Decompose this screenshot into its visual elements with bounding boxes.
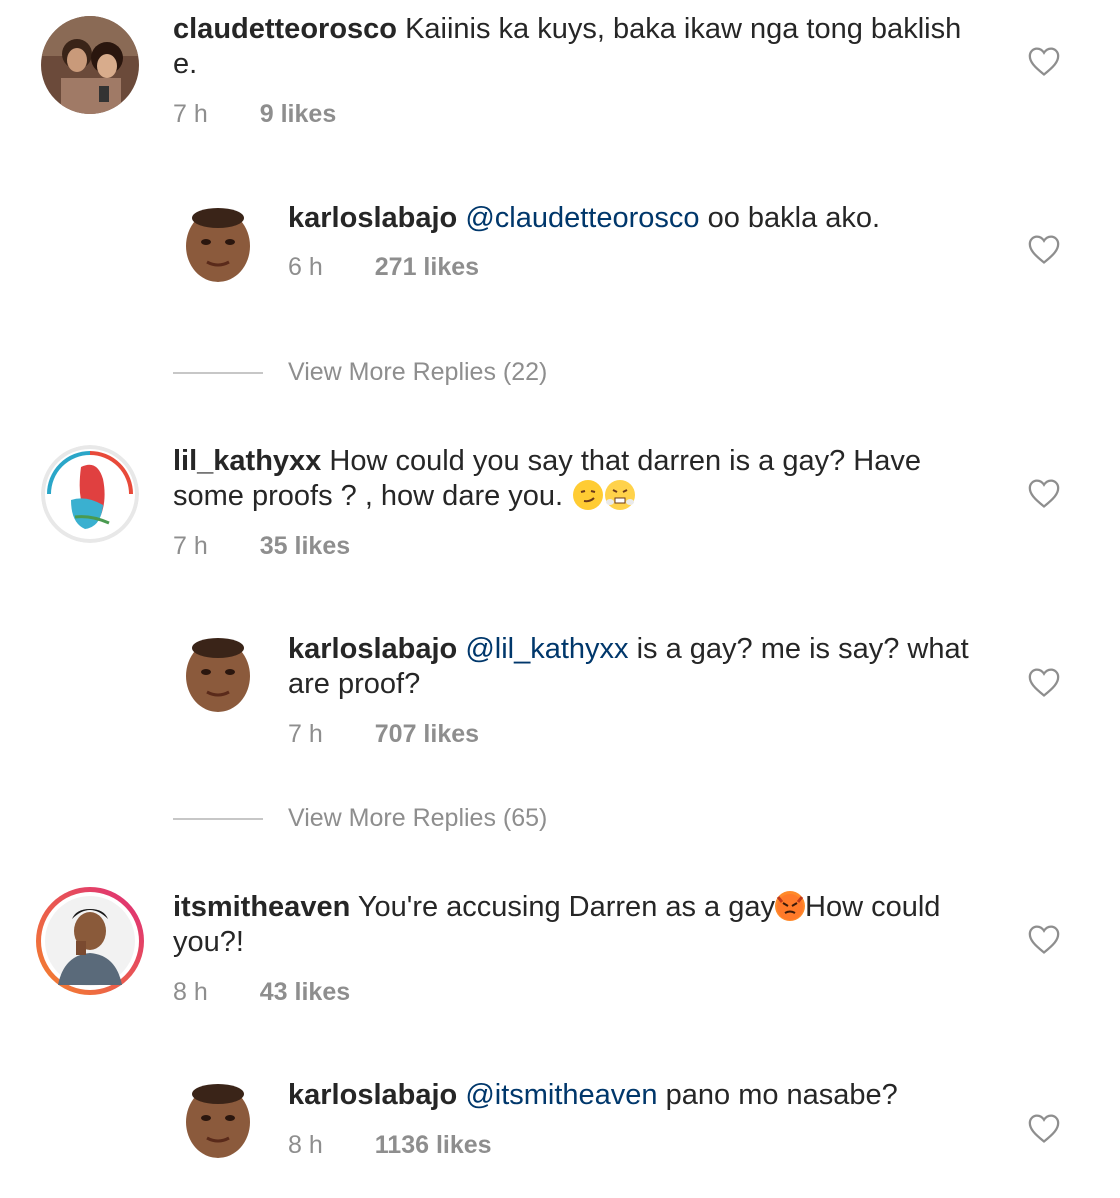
comment-claudetteorosco: claudetteorosco Kaiinis ka kuys, baka ik… [0, 0, 1120, 150]
comment-body: pano mo nasabe? [665, 1079, 898, 1111]
heart-outline-icon[interactable] [1027, 477, 1061, 509]
likes-count[interactable]: 707 likes [375, 720, 479, 748]
comment-meta: 8 h 43 likes [173, 978, 350, 1007]
angry-steam-face-emoji [605, 480, 636, 510]
likes-count[interactable]: 271 likes [375, 253, 479, 281]
mention-link[interactable]: @itsmitheaven [465, 1079, 657, 1111]
likes-count[interactable]: 43 likes [260, 978, 350, 1006]
heart-outline-icon[interactable] [1027, 666, 1061, 698]
username[interactable]: itsmitheaven [173, 891, 350, 923]
avatar[interactable] [179, 1080, 257, 1158]
mention-link[interactable]: @lil_kathyxx [465, 633, 628, 665]
comment-meta: 7 h 707 likes [288, 720, 479, 749]
avatar[interactable] [41, 445, 139, 543]
comment-meta: 6 h 271 likes [288, 253, 479, 282]
comment-body-start: You're accusing Darren as a gay [357, 891, 776, 923]
comment-itsmitheaven: itsmitheaven You're accusing Darren as a… [0, 880, 1120, 1020]
heart-outline-icon[interactable] [1027, 233, 1061, 265]
divider [173, 372, 263, 374]
heart-outline-icon[interactable] [1027, 45, 1061, 77]
username[interactable]: claudetteorosco [173, 13, 397, 45]
smirking-face-emoji [573, 480, 604, 510]
avatar[interactable] [34, 885, 146, 997]
username[interactable]: karloslabajo [288, 202, 457, 234]
comment-body-line1: How could you say that darren is a gay? … [329, 445, 921, 477]
comment-text: itsmitheaven You're accusing Darren as a… [173, 890, 993, 960]
avatar[interactable] [179, 204, 257, 282]
angry-devil-face-emoji [775, 891, 806, 921]
likes-count[interactable]: 35 likes [260, 532, 350, 560]
comment-body: oo bakla ako. [707, 202, 881, 234]
comment-text: claudetteorosco Kaiinis ka kuys, baka ik… [173, 12, 993, 82]
timestamp: 8 h [173, 978, 208, 1006]
comment-meta: 7 h 35 likes [173, 532, 350, 561]
divider [173, 818, 263, 820]
view-more-replies-button[interactable]: View More Replies (65) [288, 804, 547, 833]
likes-count[interactable]: 9 likes [260, 100, 336, 128]
timestamp: 7 h [173, 100, 208, 128]
mention-link[interactable]: @claudetteorosco [465, 202, 699, 234]
heart-outline-icon[interactable] [1027, 923, 1061, 955]
comment-text: karloslabajo @itsmitheaven pano mo nasab… [288, 1078, 988, 1113]
reply-karloslabajo: karloslabajo @claudetteorosco oo bakla a… [0, 180, 1120, 300]
username[interactable]: lil_kathyxx [173, 445, 321, 477]
timestamp: 7 h [173, 532, 208, 560]
timestamp: 6 h [288, 253, 323, 281]
reply-karloslabajo: karloslabajo @lil_kathyxx is a gay? me i… [0, 612, 1120, 762]
timestamp: 7 h [288, 720, 323, 748]
avatar[interactable] [41, 16, 139, 114]
avatar[interactable] [179, 634, 257, 712]
comment-text: karloslabajo @lil_kathyxx is a gay? me i… [288, 632, 988, 702]
comment-body-line2: some proofs ? , how dare you. [173, 480, 564, 512]
timestamp: 8 h [288, 1131, 323, 1159]
reply-karloslabajo: karloslabajo @itsmitheaven pano mo nasab… [0, 1058, 1120, 1188]
comment-text: lil_kathyxx How could you say that darre… [173, 444, 993, 514]
view-more-replies-button[interactable]: View More Replies (22) [288, 358, 547, 387]
comment-lil_kathyxx: lil_kathyxx How could you say that darre… [0, 440, 1120, 570]
heart-outline-icon[interactable] [1027, 1112, 1061, 1144]
comment-text: karloslabajo @claudetteorosco oo bakla a… [288, 201, 988, 236]
comment-meta: 8 h 1136 likes [288, 1131, 492, 1160]
comment-meta: 7 h 9 likes [173, 100, 336, 129]
username[interactable]: karloslabajo [288, 633, 457, 665]
likes-count[interactable]: 1136 likes [375, 1131, 492, 1159]
username[interactable]: karloslabajo [288, 1079, 457, 1111]
